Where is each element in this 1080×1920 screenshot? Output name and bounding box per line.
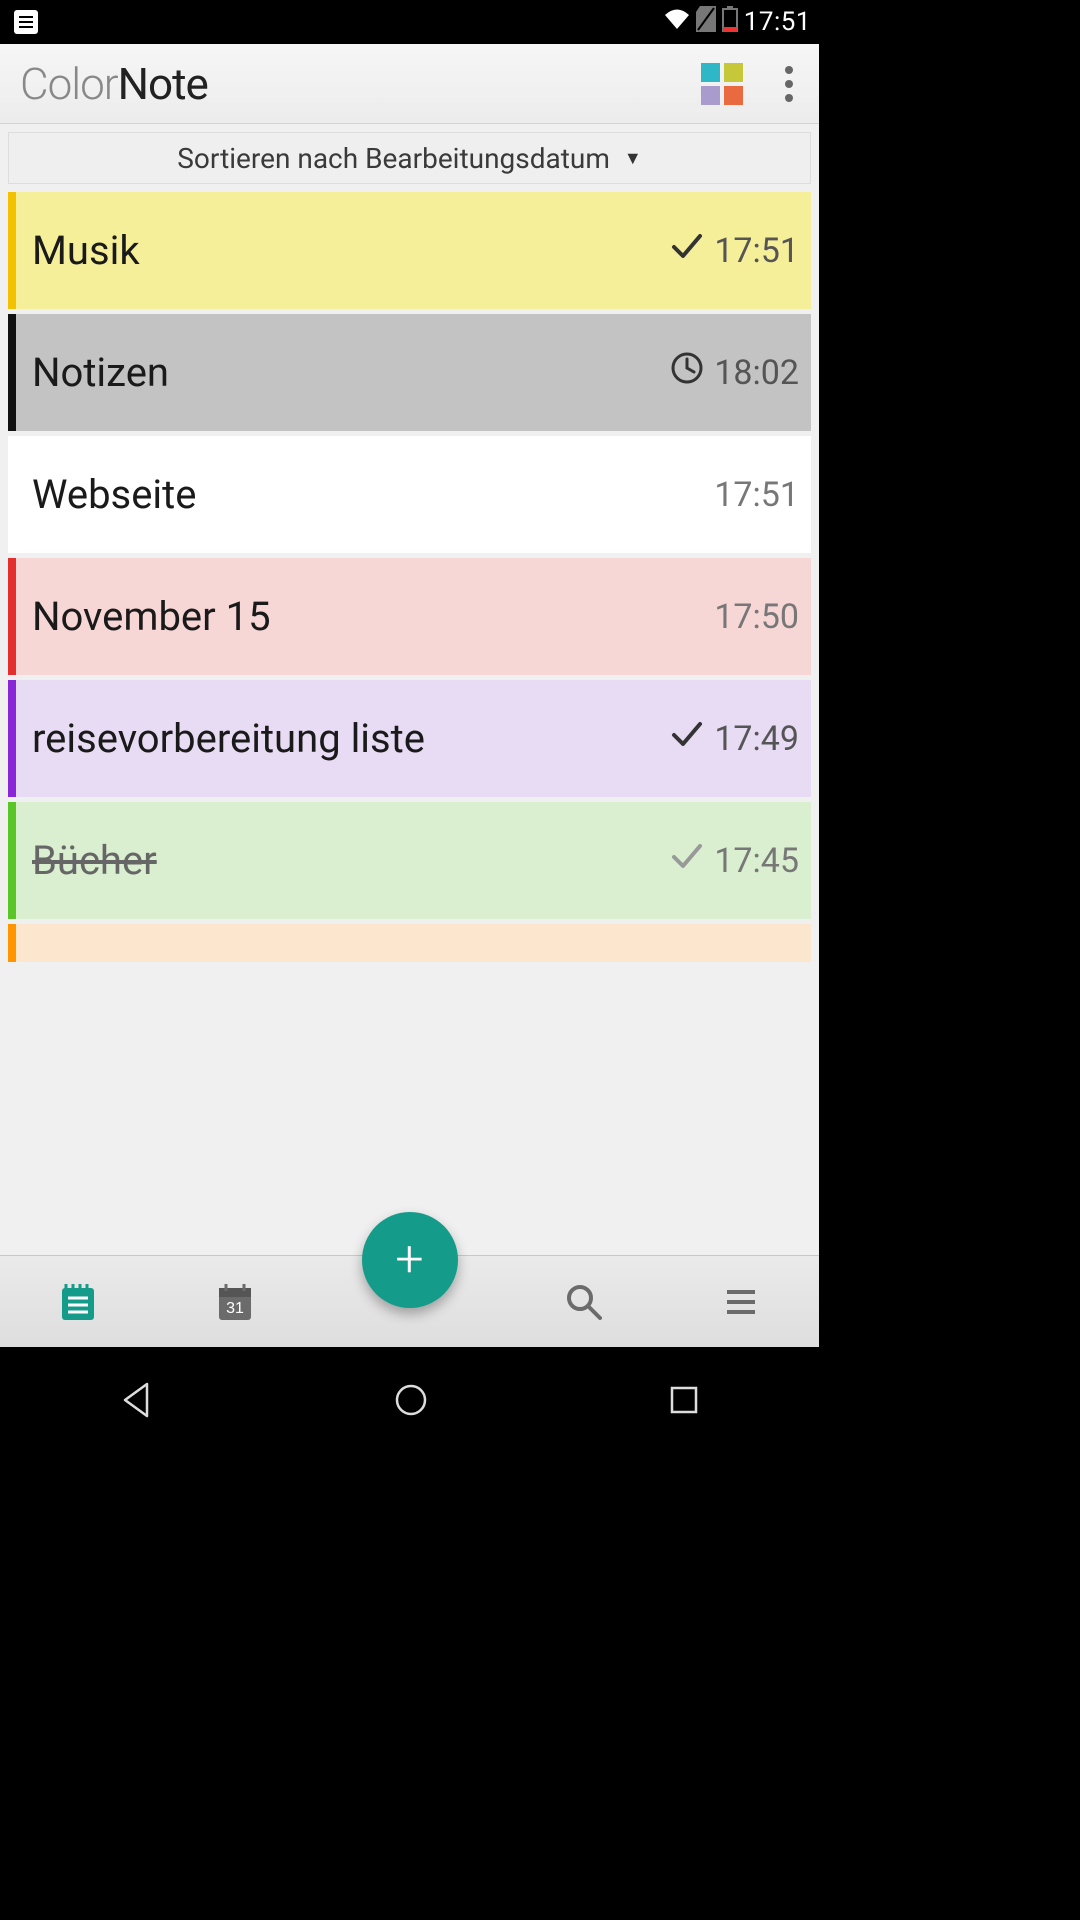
overflow-menu-icon[interactable] (779, 66, 799, 102)
sim-icon (696, 6, 716, 39)
note-item[interactable]: Musik 17:51 (8, 192, 811, 309)
note-time: 17:50 (714, 597, 799, 637)
note-title: reisevorbereitung liste (32, 715, 425, 762)
color-grid-icon[interactable] (701, 63, 743, 105)
note-title: Webseite (32, 471, 196, 518)
note-meta: 17:45 (670, 839, 799, 882)
tab-menu[interactable] (711, 1272, 771, 1332)
note-time: 18:02 (714, 353, 799, 393)
plus-icon: + (395, 1231, 423, 1289)
logo-right: Note (118, 58, 208, 110)
note-item[interactable]: Bücher 17:45 (8, 802, 811, 919)
note-meta: 18:02 (670, 351, 799, 394)
chevron-down-icon: ▼ (624, 148, 642, 169)
status-right: 17:51 (664, 6, 811, 39)
check-icon (670, 839, 704, 882)
note-time: 17:51 (714, 475, 799, 515)
check-icon (670, 229, 704, 272)
notes-list: Musik 17:51 Notizen 18:02 Webseite 17:51 Novem… (0, 192, 819, 962)
note-title: November 15 (32, 593, 271, 640)
note-time: 17:49 (714, 719, 799, 759)
note-meta: 17:49 (670, 717, 799, 760)
note-time: 17:45 (714, 841, 799, 881)
document-icon (14, 10, 38, 34)
note-item[interactable]: Notizen 18:02 (8, 314, 811, 431)
android-navbar (0, 1347, 819, 1456)
note-title: Bücher (32, 837, 157, 884)
note-item[interactable]: reisevorbereitung liste 17:49 (8, 680, 811, 797)
add-note-button[interactable]: + (362, 1212, 458, 1308)
clock-icon (670, 351, 704, 394)
status-time: 17:51 (744, 7, 811, 37)
app-logo: ColorNote (20, 58, 208, 110)
check-icon (670, 717, 704, 760)
note-meta: 17:51 (714, 475, 799, 515)
tab-notes[interactable] (48, 1272, 108, 1332)
status-left (8, 10, 38, 34)
note-item[interactable]: November 15 17:50 (8, 558, 811, 675)
note-item[interactable]: Webseite 17:51 (8, 436, 811, 553)
sort-dropdown[interactable]: Sortieren nach Bearbeitungsdatum ▼ (8, 132, 811, 184)
note-title: Notizen (32, 349, 169, 396)
screen: 17:51 ColorNote Sortieren nach Bearbeitu… (0, 0, 819, 1456)
app-header: ColorNote (0, 44, 819, 124)
logo-left: Color (20, 58, 118, 110)
nav-recent[interactable] (666, 1382, 702, 1422)
battery-icon (722, 6, 738, 39)
note-time: 17:51 (714, 231, 799, 271)
tab-search[interactable] (554, 1272, 614, 1332)
nav-home[interactable] (391, 1380, 431, 1424)
sort-label: Sortieren nach Bearbeitungsdatum (177, 142, 610, 175)
note-item[interactable] (8, 924, 811, 962)
nav-back[interactable] (117, 1380, 157, 1424)
note-meta: 17:51 (670, 229, 799, 272)
app: ColorNote Sortieren nach Bearbeitungsdat… (0, 44, 819, 1347)
svg-text:31: 31 (226, 1300, 244, 1317)
tab-calendar[interactable]: 31 (205, 1272, 265, 1332)
note-title: Musik (32, 227, 140, 274)
note-meta: 17:50 (714, 597, 799, 637)
wifi-icon (664, 7, 690, 37)
status-bar: 17:51 (0, 0, 819, 44)
bottom-dock: 31 + (0, 1255, 819, 1347)
